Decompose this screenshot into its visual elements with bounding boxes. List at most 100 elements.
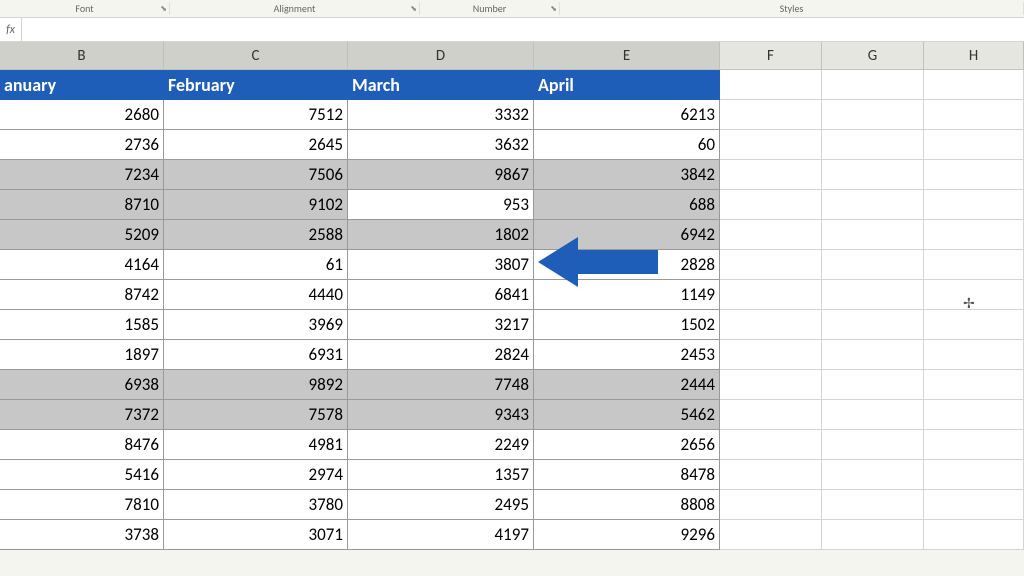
cell-B[interactable]: 4164 — [0, 250, 164, 280]
cell-E[interactable]: 2828 — [534, 250, 720, 280]
cell-empty[interactable] — [822, 460, 924, 490]
ribbon-group-alignment[interactable]: Alignment ⬊ — [170, 2, 420, 15]
formula-input[interactable] — [22, 18, 1024, 41]
cell-empty[interactable] — [720, 250, 822, 280]
header-cell-D[interactable]: March — [348, 70, 534, 100]
cell-E[interactable]: 2444 — [534, 370, 720, 400]
cell-C[interactable]: 4440 — [164, 280, 348, 310]
cell-C[interactable]: 61 — [164, 250, 348, 280]
col-header-G[interactable]: G — [822, 42, 924, 70]
dialog-launcher-icon[interactable]: ⬊ — [550, 4, 557, 14]
cell-C[interactable]: 7506 — [164, 160, 348, 190]
ribbon-group-font[interactable]: Font ⬊ — [0, 2, 170, 15]
cell-empty[interactable] — [822, 220, 924, 250]
cell-empty[interactable] — [924, 250, 1024, 280]
cell-empty[interactable] — [720, 340, 822, 370]
cell-D[interactable]: 6841 — [348, 280, 534, 310]
cell-empty[interactable] — [924, 190, 1024, 220]
cell-B[interactable]: 2680 — [0, 100, 164, 130]
cell-empty[interactable] — [720, 220, 822, 250]
cell-D[interactable]: 4197 — [348, 520, 534, 550]
cell-B[interactable]: 1897 — [0, 340, 164, 370]
cell-E[interactable]: 6942 — [534, 220, 720, 250]
cell-empty[interactable] — [924, 160, 1024, 190]
cell-empty[interactable] — [720, 190, 822, 220]
col-header-E[interactable]: E — [534, 42, 720, 70]
cell-empty[interactable] — [822, 490, 924, 520]
cell-C[interactable]: 2974 — [164, 460, 348, 490]
cell-empty[interactable] — [822, 370, 924, 400]
cell-E[interactable]: 688 — [534, 190, 720, 220]
cell-B[interactable]: 7234 — [0, 160, 164, 190]
cell-E[interactable]: 3842 — [534, 160, 720, 190]
cell-D[interactable]: 3332 — [348, 100, 534, 130]
cell-E[interactable]: 1502 — [534, 310, 720, 340]
col-header-D[interactable]: D — [348, 42, 534, 70]
cell-E[interactable]: 8808 — [534, 490, 720, 520]
col-header-H[interactable]: H — [924, 42, 1024, 70]
cell-B[interactable]: 7372 — [0, 400, 164, 430]
cell-E[interactable]: 1149 — [534, 280, 720, 310]
cell-empty[interactable] — [822, 430, 924, 460]
dialog-launcher-icon[interactable]: ⬊ — [160, 4, 167, 14]
cell-C[interactable]: 2588 — [164, 220, 348, 250]
cell-C[interactable]: 2645 — [164, 130, 348, 160]
cell-C[interactable]: 6931 — [164, 340, 348, 370]
cell-E[interactable]: 2656 — [534, 430, 720, 460]
cell-empty[interactable] — [924, 280, 1024, 310]
cell-E[interactable]: 6213 — [534, 100, 720, 130]
cell-empty[interactable] — [924, 100, 1024, 130]
cell-C[interactable]: 7578 — [164, 400, 348, 430]
col-header-B[interactable]: B — [0, 42, 164, 70]
cell-D[interactable]: 7748 — [348, 370, 534, 400]
cell-empty[interactable] — [720, 490, 822, 520]
cell-empty[interactable] — [720, 370, 822, 400]
cell-empty[interactable] — [720, 280, 822, 310]
cell-empty[interactable] — [720, 310, 822, 340]
cell-D[interactable]: 9343 — [348, 400, 534, 430]
dialog-launcher-icon[interactable]: ⬊ — [410, 4, 417, 14]
cell-B[interactable]: 5209 — [0, 220, 164, 250]
cell-empty[interactable] — [924, 430, 1024, 460]
cell-B[interactable]: 2736 — [0, 130, 164, 160]
grid-body[interactable]: anuaryFebruaryMarchApril 2680751233326213… — [0, 70, 1024, 550]
col-header-C[interactable]: C — [164, 42, 348, 70]
cell-C[interactable]: 9892 — [164, 370, 348, 400]
cell-empty[interactable] — [822, 400, 924, 430]
cell-empty[interactable] — [822, 250, 924, 280]
cell-B[interactable]: 6938 — [0, 370, 164, 400]
cell-empty[interactable] — [720, 70, 822, 100]
cell-E[interactable]: 8478 — [534, 460, 720, 490]
cell-E[interactable]: 9296 — [534, 520, 720, 550]
spreadsheet-grid[interactable]: B C D E F G H anuaryFebruaryMarchApril 26… — [0, 42, 1024, 550]
cell-C[interactable]: 3969 — [164, 310, 348, 340]
cell-empty[interactable] — [924, 340, 1024, 370]
cell-D[interactable]: 1357 — [348, 460, 534, 490]
cell-B[interactable]: 5416 — [0, 460, 164, 490]
cell-C[interactable]: 9102 — [164, 190, 348, 220]
cell-D[interactable]: 2249 — [348, 430, 534, 460]
cell-empty[interactable] — [720, 520, 822, 550]
cell-empty[interactable] — [720, 460, 822, 490]
header-cell-C[interactable]: February — [164, 70, 348, 100]
cell-empty[interactable] — [822, 310, 924, 340]
cell-empty[interactable] — [924, 400, 1024, 430]
cell-empty[interactable] — [822, 280, 924, 310]
header-cell-B[interactable]: anuary — [0, 70, 164, 100]
cell-B[interactable]: 1585 — [0, 310, 164, 340]
cell-C[interactable]: 7512 — [164, 100, 348, 130]
cell-empty[interactable] — [924, 370, 1024, 400]
cell-E[interactable]: 2453 — [534, 340, 720, 370]
ribbon-group-styles[interactable]: Styles — [560, 2, 1024, 15]
col-header-F[interactable]: F — [720, 42, 822, 70]
cell-empty[interactable] — [720, 130, 822, 160]
cell-empty[interactable] — [822, 520, 924, 550]
cell-empty[interactable] — [822, 160, 924, 190]
cell-empty[interactable] — [924, 130, 1024, 160]
cell-empty[interactable] — [924, 70, 1024, 100]
cell-B[interactable]: 3738 — [0, 520, 164, 550]
cell-D[interactable]: 3807 — [348, 250, 534, 280]
header-cell-E[interactable]: April — [534, 70, 720, 100]
cell-D[interactable]: 2495 — [348, 490, 534, 520]
cell-empty[interactable] — [924, 520, 1024, 550]
